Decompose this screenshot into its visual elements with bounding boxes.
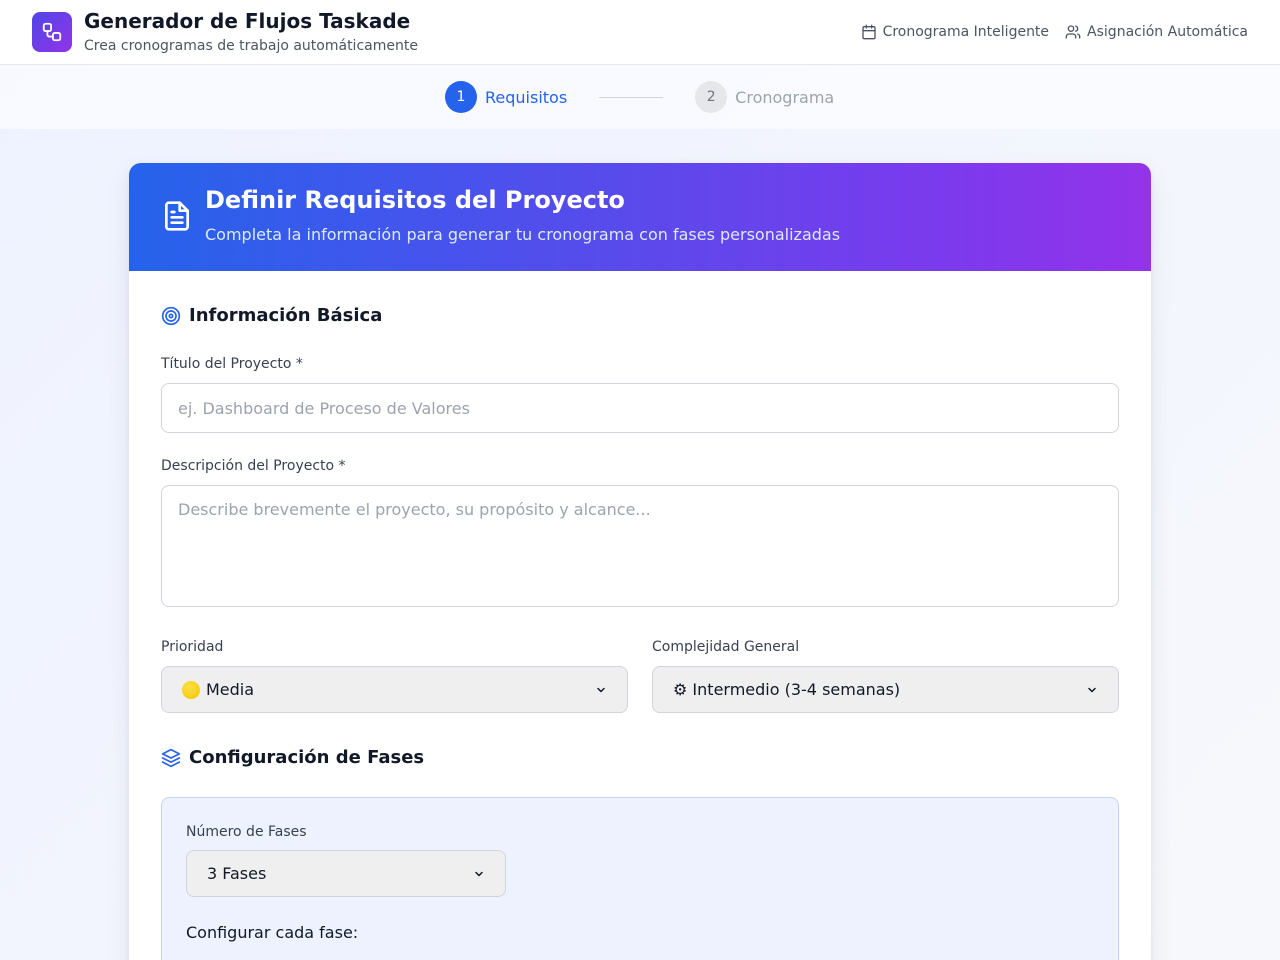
app-title: Generador de Flujos Taskade xyxy=(84,9,411,33)
target-icon xyxy=(161,306,181,325)
card-subtitle: Completa la información para generar tu … xyxy=(205,225,841,244)
users-icon xyxy=(1065,25,1081,39)
header-links: Cronograma Inteligente Asignación Automá… xyxy=(861,22,1248,42)
document-icon xyxy=(165,201,189,231)
step-label: Requisitos xyxy=(485,87,568,107)
layers-icon xyxy=(161,748,181,767)
step-schedule[interactable]: 2 Cronograma xyxy=(695,81,834,113)
auto-assign-link[interactable]: Asignación Automática xyxy=(1065,24,1248,40)
configure-phases-label: Configurar cada fase: xyxy=(186,923,359,942)
stepper: 1 Requisitos 2 Cronograma xyxy=(445,81,834,113)
phase-count-value: 3 Fases xyxy=(207,864,267,883)
smart-schedule-link[interactable]: Cronograma Inteligente xyxy=(861,24,1049,40)
auto-assign-label: Asignación Automática xyxy=(1087,24,1248,40)
phase-config-panel: Número de Fases 3 Fases Configurar cada … xyxy=(161,797,1119,960)
requirements-card: Definir Requisitos del Proyecto Completa… xyxy=(129,163,1151,960)
card-title: Definir Requisitos del Proyecto xyxy=(205,186,625,214)
complexity-select[interactable]: ⚙ Intermedio (3-4 semanas) xyxy=(652,666,1119,713)
priority-label: Prioridad xyxy=(161,639,224,655)
project-description-label: Descripción del Proyecto * xyxy=(161,458,346,474)
complexity-value: ⚙ Intermedio (3-4 semanas) xyxy=(673,680,901,699)
chevron-down-icon xyxy=(475,871,483,876)
card-header: Definir Requisitos del Proyecto Completa… xyxy=(129,163,1151,271)
complexity-label: Complejidad General xyxy=(652,639,800,655)
step-label: Cronograma xyxy=(735,87,835,107)
app-logo xyxy=(32,12,72,52)
project-title-label: Título del Proyecto * xyxy=(161,356,303,372)
app-subtitle: Crea cronogramas de trabajo automáticame… xyxy=(84,38,418,54)
calendar-icon xyxy=(861,24,876,40)
phase-count-select[interactable]: 3 Fases xyxy=(186,850,506,897)
basic-info-label: Información Básica xyxy=(189,305,383,326)
priority-value: Media xyxy=(206,680,255,699)
chevron-down-icon xyxy=(597,687,605,692)
basic-info-section-title: Información Básica xyxy=(161,305,382,326)
workflow-icon xyxy=(42,22,62,42)
phase-count-label: Número de Fases xyxy=(186,824,307,840)
phases-label: Configuración de Fases xyxy=(189,747,425,768)
step-number: 2 xyxy=(695,81,728,113)
step-requirements[interactable]: 1 Requisitos xyxy=(445,81,567,113)
step-connector xyxy=(599,96,664,98)
step-number: 1 xyxy=(445,81,477,113)
phases-section-title: Configuración de Fases xyxy=(161,747,424,768)
priority-select[interactable]: Media xyxy=(161,666,628,713)
app-header: Generador de Flujos Taskade Crea cronogr… xyxy=(0,0,1280,65)
project-description-input[interactable] xyxy=(161,485,1119,607)
stepper-bar: 1 Requisitos 2 Cronograma xyxy=(0,65,1280,129)
project-title-input[interactable] xyxy=(161,383,1119,433)
smart-schedule-label: Cronograma Inteligente xyxy=(882,24,1050,40)
yellow-circle-icon xyxy=(182,680,200,699)
chevron-down-icon xyxy=(1088,687,1096,692)
